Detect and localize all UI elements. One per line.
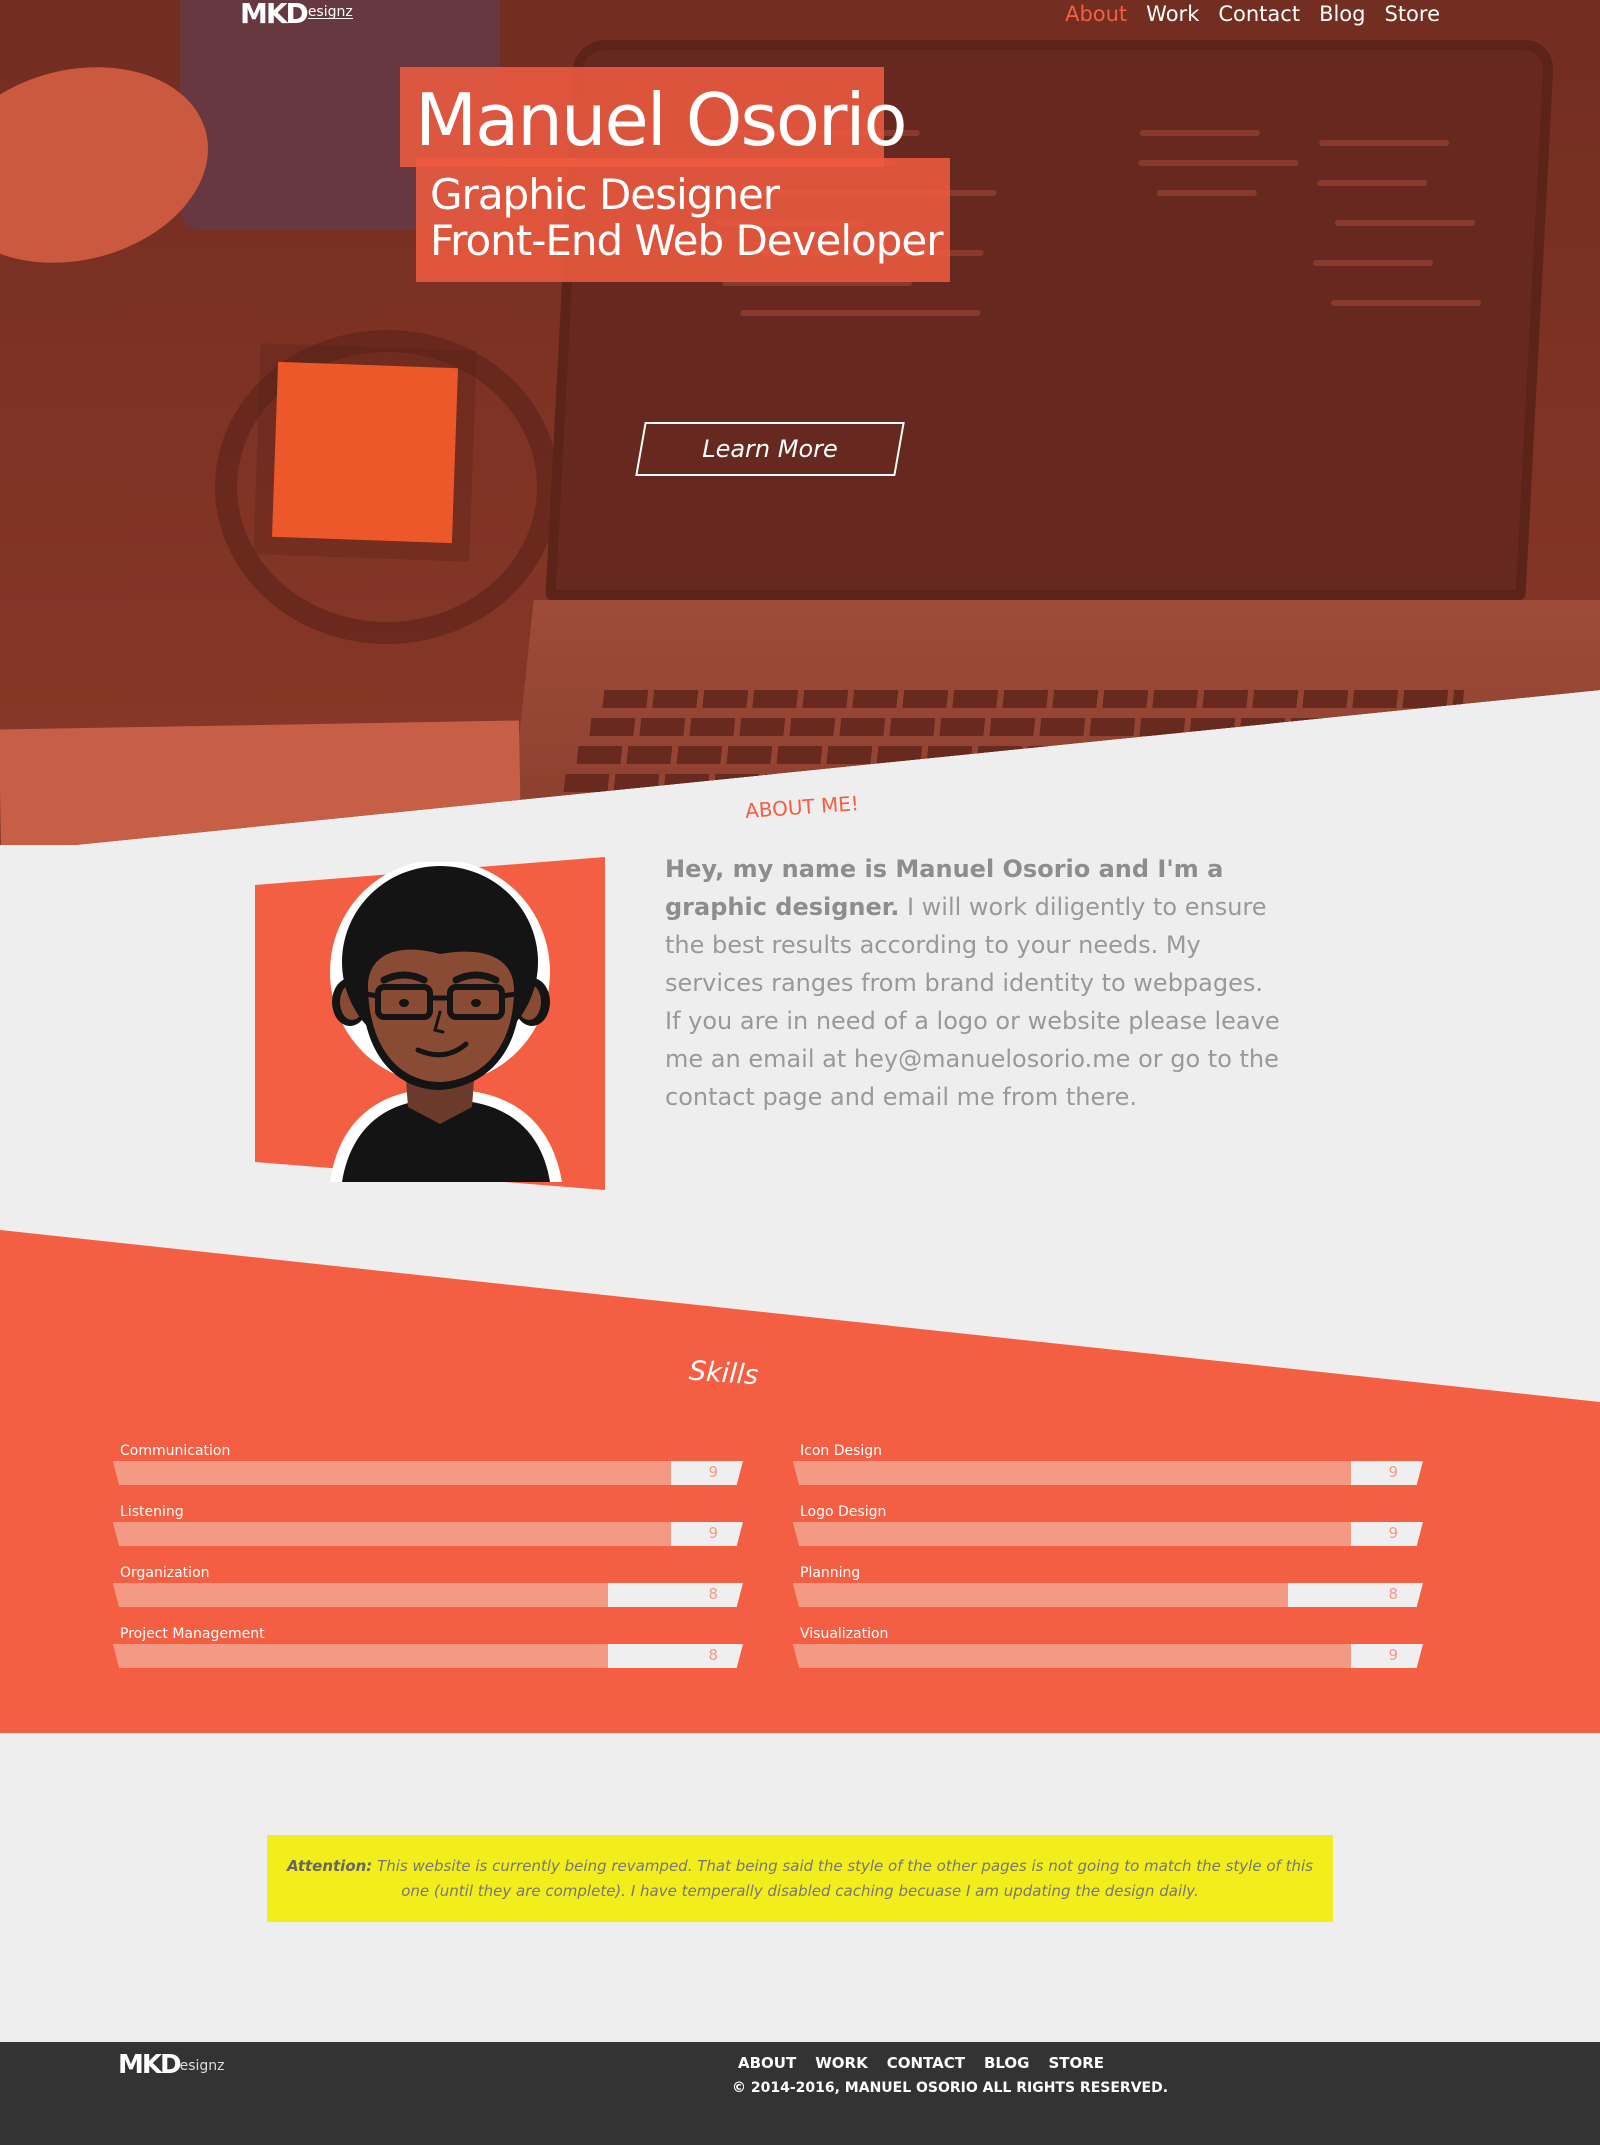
- footer-nav-blog[interactable]: BLOG: [984, 2054, 1030, 2072]
- notice-text: Attention: This website is currently bei…: [280, 1854, 1320, 1904]
- hero-role-line-1: Graphic Designer: [430, 170, 780, 219]
- about-body: I will work diligently to ensure the bes…: [665, 893, 1280, 1111]
- footer-logo[interactable]: MKD esignz: [118, 2052, 225, 2078]
- skill-value-visualization: 9: [1388, 1646, 1398, 1664]
- footer-logo-wordmark: esignz: [179, 2058, 225, 2074]
- header-logo[interactable]: MKD esignz: [240, 0, 353, 28]
- skill-bar-organization: 8: [113, 1583, 743, 1607]
- skill-fill-organization: [113, 1583, 608, 1607]
- skill-bar-listening: 9: [113, 1522, 743, 1546]
- learn-more-button[interactable]: Learn More: [635, 422, 905, 476]
- hero-name: Manuel Osorio: [415, 78, 908, 162]
- nav-about[interactable]: About: [1065, 2, 1127, 26]
- skill-value-organization: 8: [708, 1585, 718, 1603]
- about-text: Hey, my name is Manuel Osorio and I'm a …: [665, 850, 1285, 1116]
- skill-value-logo-design: 9: [1388, 1524, 1398, 1542]
- nav-blog[interactable]: Blog: [1319, 2, 1365, 26]
- skill-value-icon-design: 9: [1388, 1463, 1398, 1481]
- notice-label: Attention:: [287, 1856, 373, 1875]
- skill-label-logo-design: Logo Design: [800, 1504, 887, 1520]
- skill-fill-project-management: [113, 1644, 608, 1668]
- skill-bar-project-management: 8: [113, 1644, 743, 1668]
- footer-nav-work[interactable]: WORK: [815, 2054, 867, 2072]
- footer-nav-store[interactable]: STORE: [1048, 2054, 1104, 2072]
- footer-nav: ABOUT WORK CONTACT BLOG STORE: [738, 2054, 1104, 2072]
- copyright: © 2014-2016, MANUEL OSORIO ALL RIGHTS RE…: [732, 2080, 1169, 2096]
- skill-value-planning: 8: [1388, 1585, 1398, 1603]
- hero-role-box: Graphic Designer Front-End Web Developer: [416, 158, 950, 282]
- skill-bar-icon-design: 9: [793, 1461, 1423, 1485]
- nav-contact[interactable]: Contact: [1218, 2, 1300, 26]
- about-title: ABOUT ME!: [744, 791, 860, 823]
- avatar-icon: [330, 862, 562, 1182]
- skill-fill-communication: [113, 1461, 671, 1485]
- skill-fill-listening: [113, 1522, 671, 1546]
- skill-bar-communication: 9: [113, 1461, 743, 1485]
- skill-label-icon-design: Icon Design: [800, 1443, 883, 1459]
- skill-value-listening: 9: [708, 1524, 718, 1542]
- skill-fill-logo-design: [793, 1522, 1351, 1546]
- hero-name-box: Manuel Osorio: [400, 67, 908, 167]
- attention-notice: Attention: This website is currently bei…: [267, 1835, 1333, 1922]
- logo-wordmark: esignz: [307, 4, 353, 20]
- skill-label-listening: Listening: [120, 1504, 184, 1520]
- skill-fill-planning: [793, 1583, 1288, 1607]
- footer-nav-about[interactable]: ABOUT: [738, 2054, 796, 2072]
- hero-role-line-2: Front-End Web Developer: [430, 216, 943, 265]
- skill-label-visualization: Visualization: [800, 1626, 889, 1642]
- skill-label-organization: Organization: [120, 1565, 210, 1581]
- nav-store[interactable]: Store: [1384, 2, 1440, 26]
- logo-mark: MKD: [240, 0, 309, 30]
- skill-label-communication: Communication: [120, 1443, 231, 1459]
- skill-label-project-management: Project Management: [120, 1626, 265, 1642]
- skills-title: Skills: [688, 1355, 760, 1392]
- skill-fill-visualization: [793, 1644, 1351, 1668]
- footer-logo-mark: MKD: [118, 2050, 182, 2080]
- main-nav: About Work Contact Blog Store: [1065, 2, 1440, 26]
- nav-work[interactable]: Work: [1146, 2, 1199, 26]
- footer-nav-contact[interactable]: CONTACT: [887, 2054, 965, 2072]
- skill-label-planning: Planning: [800, 1565, 861, 1581]
- learn-more-label: Learn More: [702, 435, 838, 463]
- notice-body: This website is currently being revamped…: [372, 1856, 1313, 1900]
- skill-bar-logo-design: 9: [793, 1522, 1423, 1546]
- skill-value-project-management: 8: [708, 1646, 718, 1664]
- skill-fill-icon-design: [793, 1461, 1351, 1485]
- skill-value-communication: 9: [708, 1463, 718, 1481]
- skill-bar-visualization: 9: [793, 1644, 1423, 1668]
- skill-bar-planning: 8: [793, 1583, 1423, 1607]
